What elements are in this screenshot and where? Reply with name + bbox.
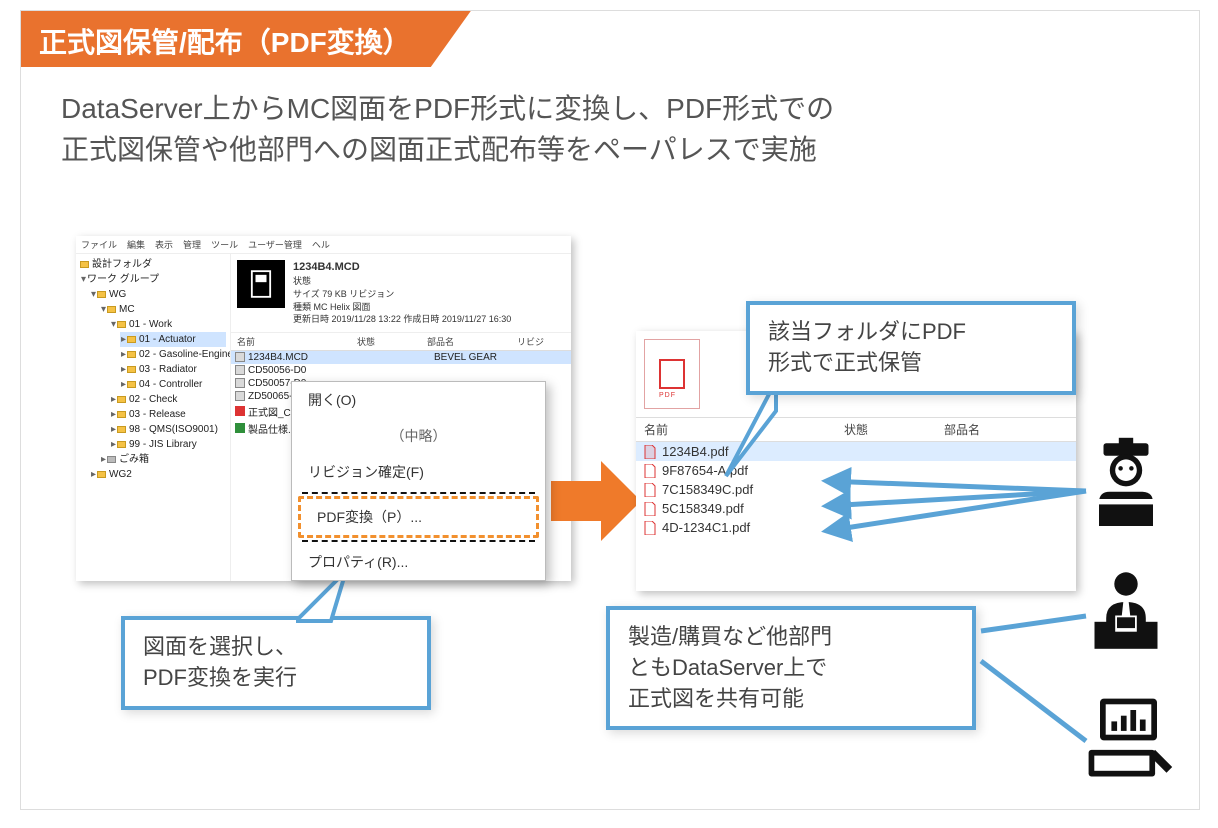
- col-part[interactable]: 部品名: [936, 418, 1036, 441]
- subtitle-line1: DataServer上からMC図面をPDF形式に変換し、PDF形式での: [61, 89, 834, 130]
- diagram-canvas: 正式図保管/配布（PDF変換） DataServer上からMC図面をPDF形式に…: [20, 10, 1200, 810]
- ctx-separator: [302, 492, 535, 494]
- connector-arrow-icon: [976, 591, 1096, 641]
- menu-manage[interactable]: 管理: [183, 238, 201, 251]
- tree-root[interactable]: 設計フォルダ: [92, 259, 152, 270]
- tree-wg2[interactable]: WG2: [109, 469, 132, 480]
- title-text: 正式図保管/配布（PDF変換）: [39, 27, 411, 58]
- ctx-pdf-convert[interactable]: PDF変換（P）...: [301, 499, 536, 535]
- tree-check[interactable]: 02 - Check: [129, 394, 177, 405]
- pdf-file-icon: [644, 502, 656, 516]
- preview-updated: 更新日時 2019/11/28 13:22 作成日時 2019/11/27 16…: [293, 313, 511, 326]
- tree-wg[interactable]: WG: [109, 289, 126, 300]
- menu-file[interactable]: ファイル: [81, 238, 117, 251]
- col-rev[interactable]: リビジ: [511, 333, 551, 350]
- subtitle-line2: 正式図保管や他部門への図面正式配布等をペーパレスで実施: [61, 130, 834, 171]
- analyst-icon: [1081, 691, 1176, 786]
- pdf-file-icon: [644, 483, 656, 497]
- callout-c-line2: ともDataServer上で: [628, 653, 954, 684]
- col-state[interactable]: 状態: [836, 418, 936, 441]
- preview-status: 状態: [293, 275, 511, 288]
- tree-actuator[interactable]: 01 - Actuator: [139, 334, 196, 345]
- menu-help[interactable]: ヘル: [312, 238, 330, 251]
- preview-size: サイズ 79 KB リビジョン: [293, 288, 511, 301]
- ctx-revision[interactable]: リビジョン確定(F): [292, 454, 545, 490]
- menu-user[interactable]: ユーザー管理: [248, 238, 302, 251]
- pdf-row[interactable]: 1234B4.pdf: [636, 442, 1076, 461]
- file-preview: 1234B4.MCD 状態 サイズ 79 KB リビジョン 種類 MC Heli…: [231, 254, 571, 333]
- callout-tail-icon: [721, 381, 781, 481]
- conversion-arrow-icon: [551, 461, 641, 541]
- tree-trash[interactable]: ごみ箱: [119, 454, 149, 465]
- menu-tool[interactable]: ツール: [211, 238, 238, 251]
- file-name: 1234B4.MCD: [248, 352, 358, 363]
- file-part: BEVEL GEAR: [434, 352, 497, 363]
- file-row[interactable]: CD50056-D0: [231, 364, 571, 377]
- callout-share-depts: 製造/購買など他部門 ともDataServer上で 正式図を共有可能: [606, 606, 976, 730]
- pdf-thumbnail-icon: [644, 339, 700, 409]
- file-name: CD50056-D0: [248, 365, 306, 376]
- tree-engine[interactable]: 02 - Gasoline-Engine: [139, 349, 231, 360]
- ctx-ellipsis: （中略）: [292, 418, 545, 454]
- menubar[interactable]: ファイル 編集 表示 管理 ツール ユーザー管理 ヘル: [76, 236, 571, 254]
- column-header[interactable]: 名前 状態 部品名: [636, 417, 1076, 442]
- drawing-thumbnail-icon: [237, 260, 285, 308]
- worker-icon: [1081, 436, 1171, 526]
- pdf-filename: 5C158349.pdf: [662, 501, 744, 516]
- pdf-file-icon: [644, 445, 656, 459]
- pdf-file-icon: [644, 464, 656, 478]
- subtitle: DataServer上からMC図面をPDF形式に変換し、PDF形式での 正式図保…: [61, 89, 834, 170]
- callout-a-line1: 該当フォルダにPDF: [768, 317, 1054, 348]
- callout-pdf-storage: 該当フォルダにPDF 形式で正式保管: [746, 301, 1076, 395]
- pdf-filename: 7C158349C.pdf: [662, 482, 753, 497]
- file-row[interactable]: 1234B4.MCD BEVEL GEAR: [231, 351, 571, 364]
- pdf-filename: 4D-1234C1.pdf: [662, 520, 750, 535]
- share-arrow-icon: [821, 466, 1101, 586]
- pdf-filename: 1234B4.pdf: [662, 444, 729, 459]
- ctx-open[interactable]: 開く(O): [292, 382, 545, 418]
- office-worker-icon: [1081, 566, 1171, 656]
- menu-view[interactable]: 表示: [155, 238, 173, 251]
- context-menu[interactable]: 開く(O) （中略） リビジョン確定(F) PDF変換（P）... プロパティ(…: [291, 381, 546, 581]
- preview-filename: 1234B4.MCD: [293, 260, 511, 275]
- tree-01[interactable]: 01 - Work: [129, 319, 172, 330]
- connector-arrow-icon: [976, 651, 1096, 761]
- tree-jis[interactable]: 99 - JIS Library: [129, 439, 197, 450]
- callout-c-line3: 正式図を共有可能: [628, 684, 954, 715]
- callout-a-line2: 形式で正式保管: [768, 348, 1054, 379]
- tree-controller[interactable]: 04 - Controller: [139, 379, 202, 390]
- callout-b-line2: PDF変換を実行: [143, 663, 409, 694]
- pdf-file-icon: [644, 521, 656, 535]
- callout-b-line1: 図面を選択し、: [143, 632, 409, 663]
- folder-tree[interactable]: 設計フォルダ ▾ワーク グループ ▾WG ▾MC ▾01 - Work ▸01 …: [76, 254, 231, 581]
- callout-select-convert: 図面を選択し、 PDF変換を実行: [121, 616, 431, 710]
- tree-release[interactable]: 03 - Release: [129, 409, 186, 420]
- tree-radiator[interactable]: 03 - Radiator: [139, 364, 197, 375]
- preview-type: 種類 MC Helix 図面: [293, 301, 511, 314]
- title-ribbon: 正式図保管/配布（PDF変換）: [21, 11, 471, 67]
- ctx-properties[interactable]: プロパティ(R)...: [292, 544, 545, 580]
- tree-qms[interactable]: 98 - QMS(ISO9001): [129, 424, 218, 435]
- col-state[interactable]: 状態: [351, 333, 421, 350]
- col-name[interactable]: 名前: [231, 333, 351, 350]
- tree-mc[interactable]: MC: [119, 304, 135, 315]
- menu-edit[interactable]: 編集: [127, 238, 145, 251]
- ctx-separator: [302, 540, 535, 542]
- column-header[interactable]: 名前 状態 部品名 リビジ: [231, 333, 571, 351]
- col-part[interactable]: 部品名: [421, 333, 511, 350]
- callout-c-line1: 製造/購買など他部門: [628, 622, 954, 653]
- tree-wg-root[interactable]: ワーク グループ: [87, 274, 159, 285]
